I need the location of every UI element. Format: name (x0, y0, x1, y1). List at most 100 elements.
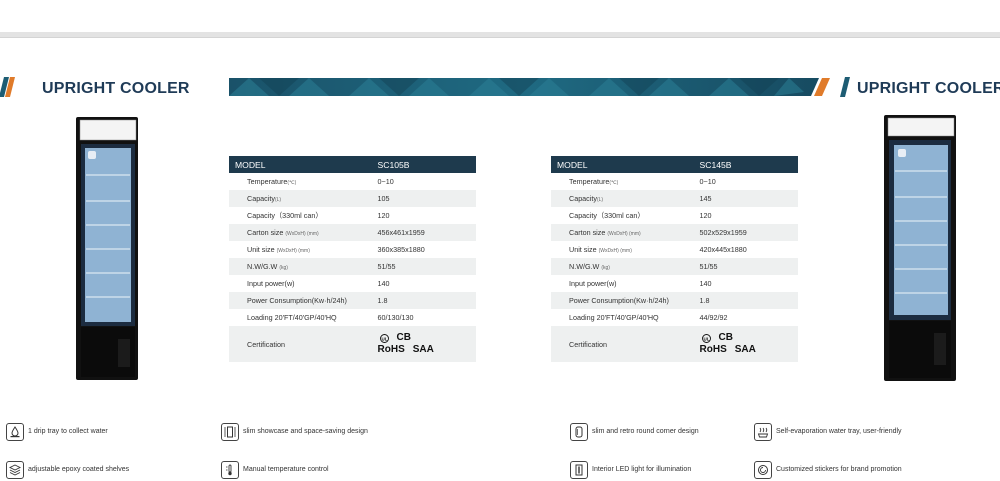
decorative-banner (229, 78, 819, 96)
row-unit: (℃) (609, 180, 619, 186)
row-value: 44/92/92 (699, 313, 728, 322)
ul-mark-icon: UL (379, 333, 389, 343)
table-row: Unit size (WxDxH) (mm) 360x385x1880 (229, 241, 476, 258)
ul-mark-icon: UL (701, 333, 711, 343)
row-label: Capacity（330ml can） (247, 210, 323, 220)
table-row: Temperature(℃) 0~10 (551, 173, 798, 190)
row-unit: (WxDxH) (mm) (276, 248, 310, 254)
table-header-row: MODEL SC145B (551, 156, 798, 173)
row-value: 60/130/130 (377, 313, 414, 322)
slash-accent-icon-right (840, 77, 850, 97)
shelves-icon (6, 461, 24, 479)
row-unit: (L) (274, 197, 282, 203)
row-label: Temperature (569, 177, 610, 186)
cooler-image-right (884, 115, 956, 381)
feature-text: Customized stickers for brand promotion (776, 466, 902, 473)
table-row: Carton size (WxDxH) (mm) 456x461x1959 (229, 224, 476, 241)
table-row: Unit size (WxDxH) (mm) 420x445x1880 (551, 241, 798, 258)
row-label: N.W/G.W (247, 262, 278, 271)
top-divider (0, 32, 1000, 38)
led-light-icon (570, 461, 588, 479)
row-label: Temperature (247, 177, 288, 186)
row-value: 145 (683, 190, 798, 207)
feature-thermostat: Manual temperature control (221, 461, 329, 479)
top-bar (0, 0, 1000, 30)
row-value: 140 (699, 279, 712, 288)
sticker-icon (754, 461, 772, 479)
evaporation-tray-icon (754, 423, 772, 441)
row-label: Loading 20'FT/40'GP/40'HQ (247, 313, 337, 322)
feature-text: Self-evaporation water tray, user-friend… (776, 428, 902, 435)
rohs-mark: RoHS (377, 344, 405, 355)
rohs-mark: RoHS (699, 344, 727, 355)
table-row: Loading 20'FT/40'GP/40'HQ 44/92/92 (551, 309, 798, 326)
row-label: Input power(w) (247, 279, 295, 288)
certification-label: Certification (551, 326, 684, 362)
cb-mark: CB (718, 332, 733, 343)
model-label: MODEL (229, 156, 362, 173)
row-value: 1.8 (361, 292, 476, 309)
row-label: Power Consumption(Kw·h/24h) (569, 296, 669, 305)
row-label: Unit size (247, 245, 275, 254)
page-title-right: UPRIGHT COOLER (857, 80, 1000, 97)
feature-text: Interior LED light for illumination (592, 466, 692, 473)
row-value: 120 (377, 211, 390, 220)
row-unit: (WxDxH) (mm) (285, 231, 319, 237)
certification-row: Certification UL CB RoHS SAA (551, 326, 798, 362)
table-header-row: MODEL SC105B (229, 156, 476, 173)
spec-table-sc105b: MODEL SC105B Temperature(℃) 0~10 Capacity… (229, 156, 476, 362)
svg-text:UL: UL (703, 336, 709, 341)
round-corner-icon (570, 423, 588, 441)
row-unit: (WxDxH) (mm) (607, 231, 641, 237)
row-unit: (℃) (287, 180, 297, 186)
row-value: 51/55 (683, 258, 798, 275)
model-label: MODEL (551, 156, 684, 173)
feature-sticker: Customized stickers for brand promotion (754, 461, 902, 479)
row-label: Input power(w) (569, 279, 617, 288)
feature-evaporation-tray: Self-evaporation water tray, user-friend… (754, 423, 902, 441)
row-value: 51/55 (361, 258, 476, 275)
table-row: Input power(w) 140 (229, 275, 476, 292)
row-unit: (WxDxH) (mm) (598, 248, 632, 254)
row-label: Power Consumption(Kw·h/24h) (247, 296, 347, 305)
table-row: Capacity(L) 105 (229, 190, 476, 207)
row-value: 1.8 (683, 292, 798, 309)
row-value: 502x529x1959 (683, 224, 798, 241)
table-row: Loading 20'FT/40'GP/40'HQ 60/130/130 (229, 309, 476, 326)
feature-text: 1 drip tray to collect water (28, 428, 108, 435)
feature-round-corner: slim and retro round corner design (570, 423, 699, 441)
table-row: N.W/G.W (kg) 51/55 (551, 258, 798, 275)
row-value: 420x445x1880 (699, 245, 747, 254)
saa-mark: SAA (412, 344, 434, 355)
model-value: SC145B (683, 156, 798, 173)
feature-slim-showcase: slim showcase and space-saving design (221, 423, 371, 441)
feature-led-light: Interior LED light for illumination (570, 461, 691, 479)
row-label: Unit size (569, 245, 597, 254)
row-value: 120 (699, 211, 712, 220)
saa-mark: SAA (734, 344, 756, 355)
table-row: N.W/G.W (kg) 51/55 (229, 258, 476, 275)
row-label: Capacity（330ml can） (569, 210, 645, 220)
row-value: 105 (361, 190, 476, 207)
table-row: Capacity（330ml can） 120 (229, 207, 476, 224)
row-label: N.W/G.W (569, 262, 600, 271)
row-value: 0~10 (699, 177, 716, 186)
table-row: Input power(w) 140 (551, 275, 798, 292)
cb-mark: CB (396, 332, 411, 343)
row-value: 140 (377, 279, 390, 288)
page-title-left: UPRIGHT COOLER (42, 80, 190, 97)
svg-text:UL: UL (381, 336, 387, 341)
row-unit: (kg) (601, 265, 610, 271)
spec-table-sc145b: MODEL SC145B Temperature(℃) 0~10 Capacity… (551, 156, 798, 362)
row-label: Loading 20'FT/40'GP/40'HQ (569, 313, 659, 322)
feature-text: slim showcase and space-saving design (243, 428, 368, 435)
row-label: Carton size (569, 228, 606, 237)
certification-row: Certification UL CB RoHS SAA (229, 326, 476, 362)
row-label: Capacity (247, 194, 275, 203)
row-unit: (L) (596, 197, 604, 203)
table-row: Capacity（330ml can） 120 (551, 207, 798, 224)
cooler-image-left (76, 117, 138, 380)
feature-shelves: adjustable epoxy coated shelves (6, 461, 129, 479)
row-unit: (kg) (279, 265, 288, 271)
feature-text: adjustable epoxy coated shelves (28, 466, 130, 473)
